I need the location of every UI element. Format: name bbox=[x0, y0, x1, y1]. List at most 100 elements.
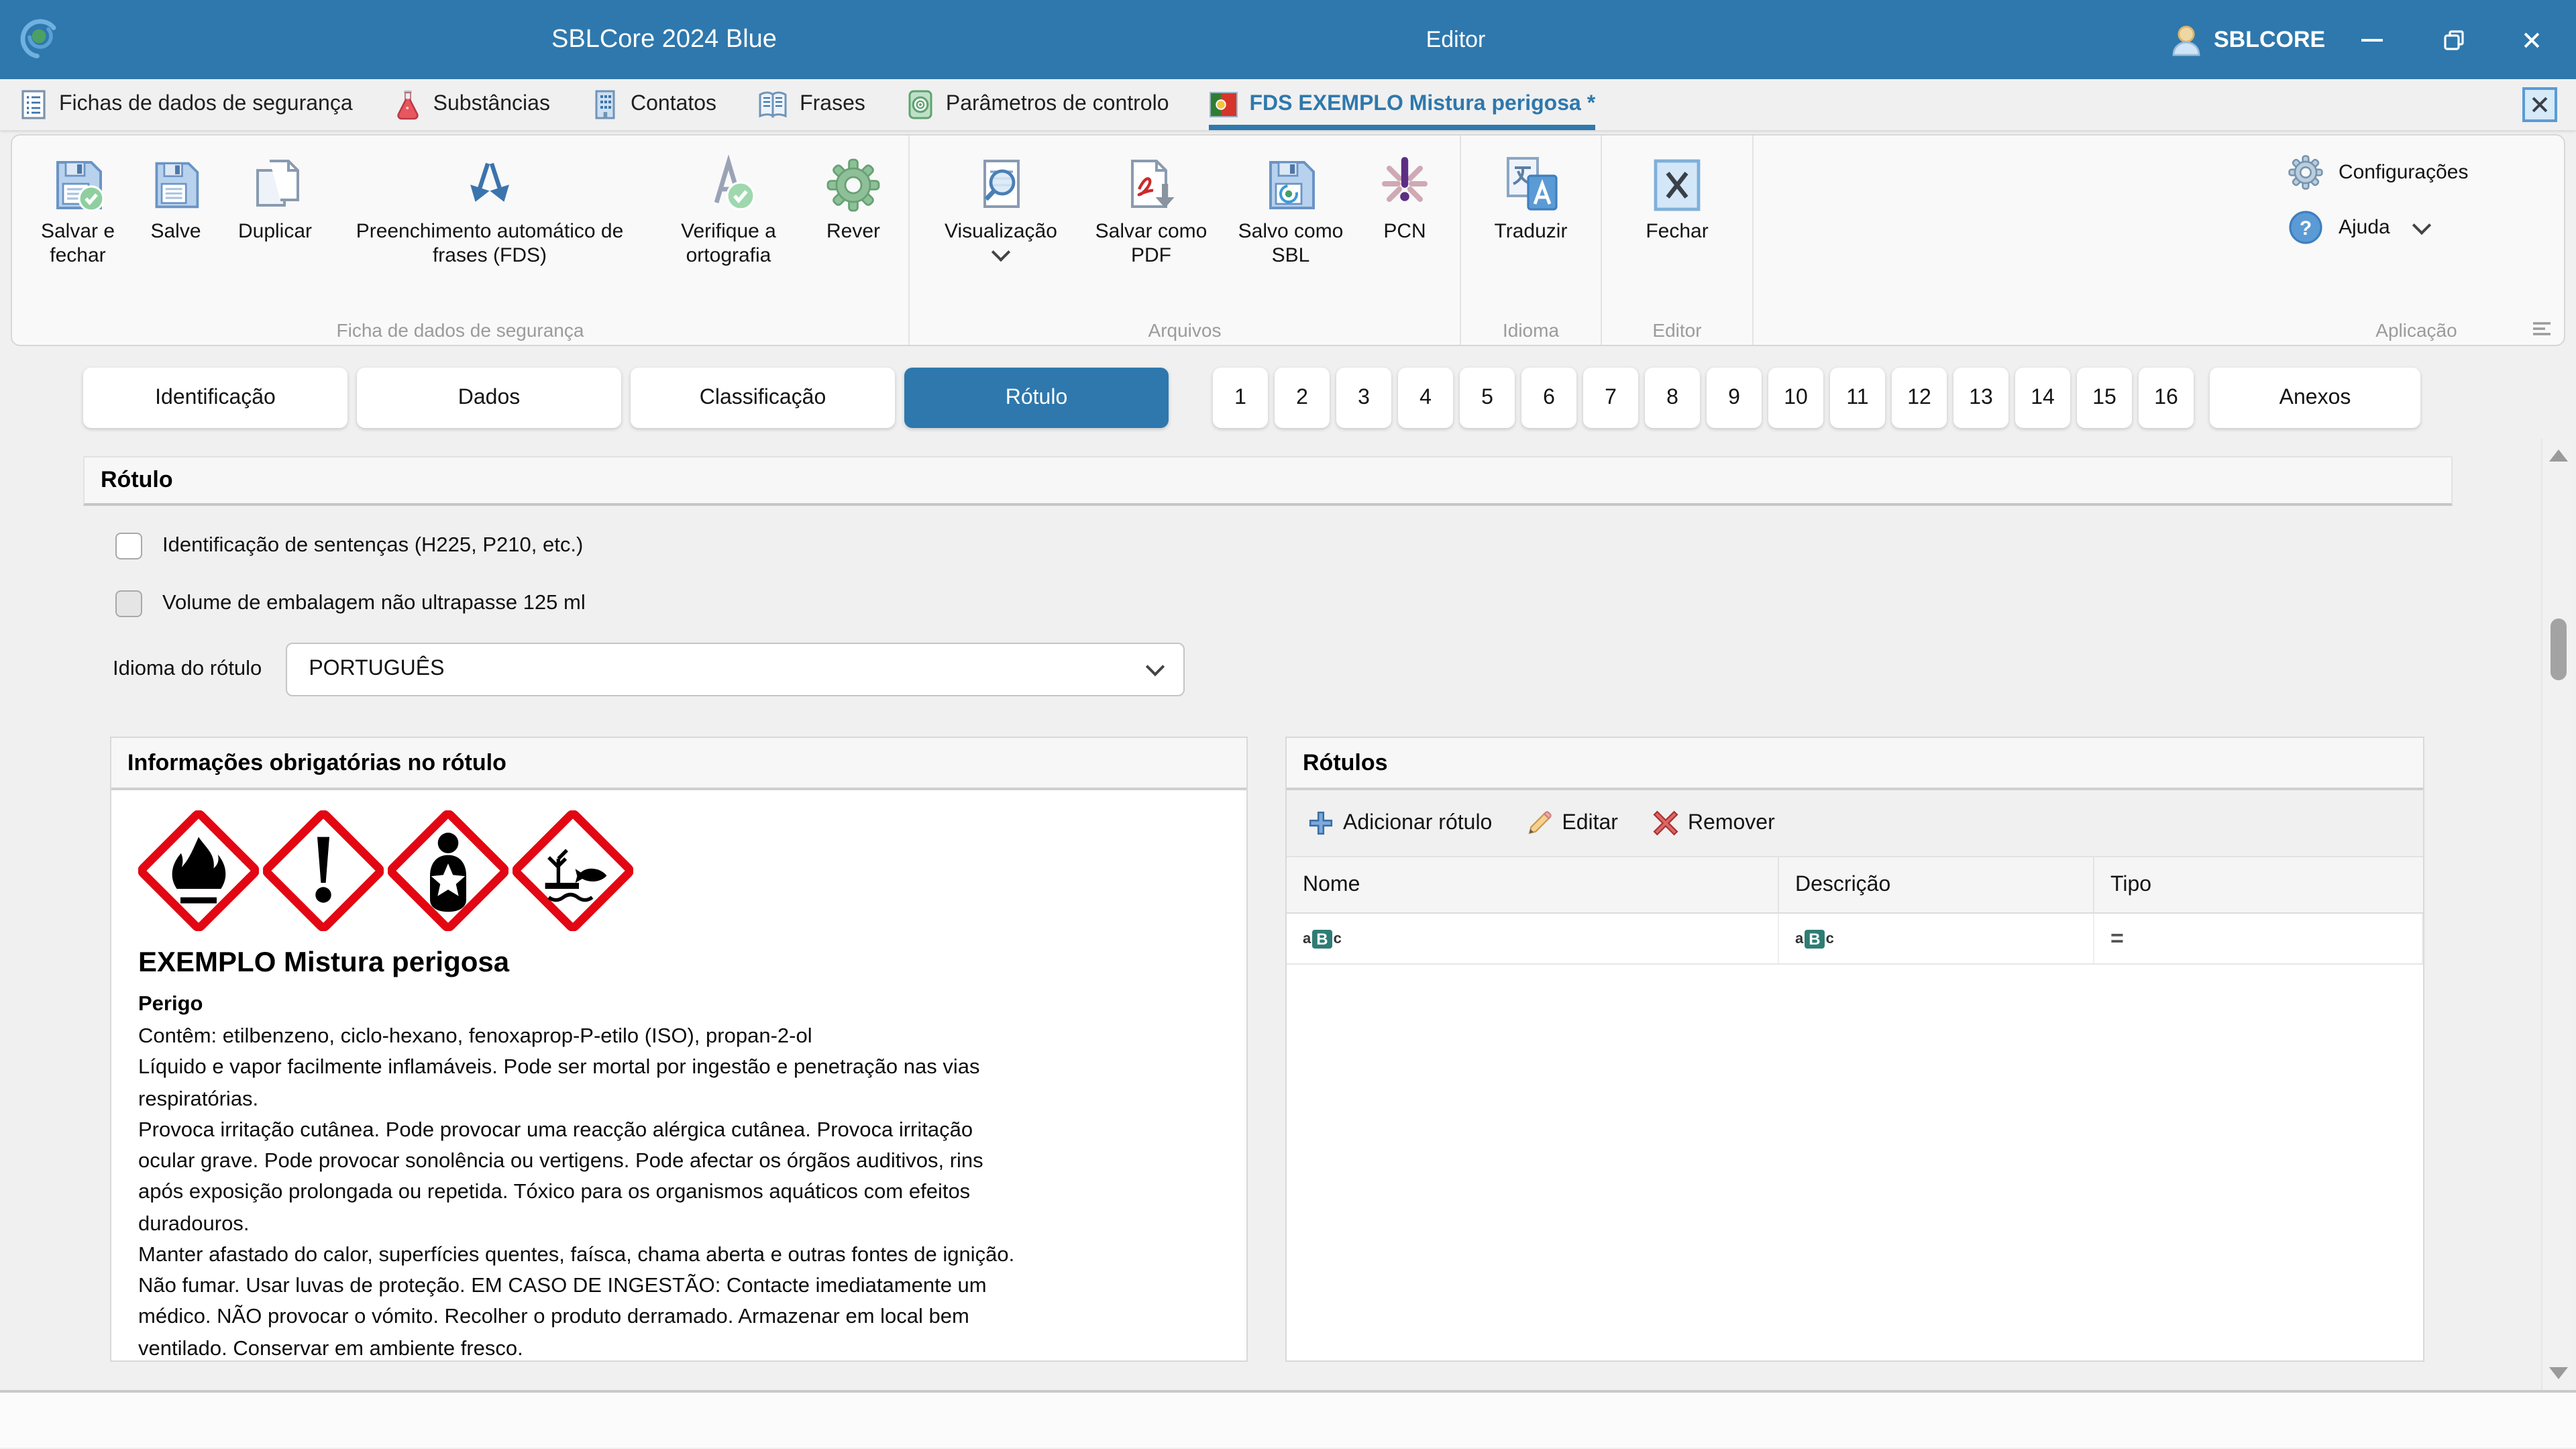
labels-toolbar: Adicionar rótulo Editar Remover bbox=[1287, 790, 2423, 857]
building-icon bbox=[595, 90, 615, 119]
tab-3[interactable]: 3 bbox=[1336, 368, 1391, 428]
app-title: SBLCore 2024 Blue bbox=[551, 25, 777, 53]
tab-dados[interactable]: Dados bbox=[357, 368, 621, 428]
target-icon bbox=[908, 90, 932, 119]
tab-16[interactable]: 16 bbox=[2139, 368, 2194, 428]
floppy-icon bbox=[149, 149, 203, 213]
visualizacao-button[interactable]: Visualização bbox=[920, 146, 1081, 262]
group-options-icon[interactable] bbox=[2532, 321, 2552, 337]
product-name: EXEMPLO Mistura perigosa bbox=[138, 947, 510, 978]
column-header-nome[interactable]: Nome bbox=[1287, 857, 1779, 912]
red-x-icon bbox=[1653, 810, 1678, 836]
app-logo-icon bbox=[20, 19, 60, 59]
tab-2[interactable]: 2 bbox=[1275, 368, 1330, 428]
ghs-pictograms bbox=[138, 810, 1220, 931]
help-icon: ? bbox=[2289, 211, 2322, 244]
tab-6[interactable]: 6 bbox=[1521, 368, 1576, 428]
label-info-panel: Informações obrigatórias no rótulo EXEMP… bbox=[110, 737, 1248, 1362]
label-info-title: Informações obrigatórias no rótulo bbox=[111, 738, 1246, 790]
salvar-e-fechar-button[interactable]: Salvar e fechar bbox=[23, 146, 133, 272]
tab-identificacao[interactable]: Identificação bbox=[83, 368, 347, 428]
preenchimento-automatico-button[interactable]: Preenchimento automático de frases (FDS) bbox=[331, 146, 648, 272]
editar-button[interactable]: Editar bbox=[1527, 810, 1618, 836]
pencil-icon bbox=[1528, 811, 1552, 835]
scroll-up-icon[interactable] bbox=[2549, 449, 2568, 462]
tab-rotulo-active[interactable]: Rótulo bbox=[904, 368, 1169, 428]
tab-5[interactable]: 5 bbox=[1460, 368, 1515, 428]
configuracoes-button[interactable]: Configurações bbox=[2288, 154, 2468, 191]
tab-fichas-de-dados[interactable]: Fichas de dados de segurança bbox=[19, 79, 353, 130]
ribbon-group-fds: Salvar e fechar Salve Duplicar Preenchim… bbox=[12, 136, 910, 345]
main-content: Rótulo Identificação de sentenças (H225,… bbox=[0, 439, 2576, 1390]
selected-language: PORTUGUÊS bbox=[309, 657, 445, 680]
language-label: Idioma do rótulo bbox=[113, 657, 262, 680]
volume-embalagem-checkbox[interactable] bbox=[115, 590, 142, 617]
tab-label: Frases bbox=[800, 93, 865, 115]
salve-button[interactable]: Salve bbox=[133, 146, 219, 248]
tab-label: Parâmetros de controlo bbox=[945, 93, 1169, 115]
filter-descricao[interactable]: aBc bbox=[1779, 914, 2094, 963]
adicionar-rotulo-button[interactable]: Adicionar rótulo bbox=[1308, 810, 1492, 836]
chevron-down-icon bbox=[2412, 215, 2432, 235]
close-document-tab-button[interactable] bbox=[2522, 87, 2557, 122]
sds-list-icon bbox=[21, 90, 46, 119]
user-account[interactable]: SBLCORE bbox=[2171, 0, 2325, 79]
ribbon-group-arquivos: Visualização Salvar como PDF Salvo como … bbox=[910, 136, 1461, 345]
numbered-tabs: 1 2 3 4 5 6 7 8 9 10 11 12 13 14 15 16 bbox=[1213, 368, 2194, 428]
tab-contatos[interactable]: Contatos bbox=[590, 79, 716, 130]
tab-12[interactable]: 12 bbox=[1892, 368, 1947, 428]
floppy-sbl-icon bbox=[1263, 149, 1319, 213]
tab-frases[interactable]: Frases bbox=[757, 79, 865, 130]
column-header-tipo[interactable]: Tipo bbox=[2094, 857, 2423, 912]
remover-button[interactable]: Remover bbox=[1653, 810, 1775, 836]
chevron-down-icon bbox=[1146, 657, 1165, 677]
tab-7[interactable]: 7 bbox=[1583, 368, 1638, 428]
minimize-button[interactable] bbox=[2341, 0, 2403, 79]
tab-4[interactable]: 4 bbox=[1398, 368, 1453, 428]
tab-substancias[interactable]: Substâncias bbox=[393, 79, 550, 130]
tab-9[interactable]: 9 bbox=[1707, 368, 1762, 428]
tab-1[interactable]: 1 bbox=[1213, 368, 1268, 428]
verifique-ortografia-button[interactable]: Verifique a ortografia bbox=[648, 146, 809, 272]
traduzir-button[interactable]: Traduzir bbox=[1472, 146, 1590, 248]
close-window-button[interactable] bbox=[2501, 0, 2563, 79]
tab-classificacao[interactable]: Classificação bbox=[631, 368, 895, 428]
filter-nome[interactable]: aBc bbox=[1287, 914, 1779, 963]
section-title: Rótulo bbox=[83, 456, 2453, 506]
restore-button[interactable] bbox=[2423, 0, 2485, 79]
tab-11[interactable]: 11 bbox=[1830, 368, 1885, 428]
user-name: SBLCORE bbox=[2214, 26, 2326, 52]
identificacao-sentencas-checkbox[interactable] bbox=[115, 533, 142, 559]
restore-icon bbox=[2444, 30, 2464, 50]
rever-button[interactable]: Rever bbox=[809, 146, 898, 248]
close-icon bbox=[2530, 95, 2549, 114]
translate-icon bbox=[1501, 149, 1560, 213]
scroll-down-icon[interactable] bbox=[2549, 1367, 2568, 1379]
salvo-como-sbl-button[interactable]: Salvo como SBL bbox=[1221, 146, 1360, 272]
checkbox-row-identificacao-sentencas: Identificação de sentenças (H225, P210, … bbox=[115, 533, 583, 559]
tab-15[interactable]: 15 bbox=[2077, 368, 2132, 428]
pcn-button[interactable]: PCN bbox=[1360, 146, 1449, 248]
ghs-exclamation-icon bbox=[263, 810, 384, 931]
tab-label: Substâncias bbox=[433, 93, 550, 115]
duplicar-button[interactable]: Duplicar bbox=[219, 146, 331, 248]
tab-fds-exemplo-active[interactable]: FDS EXEMPLO Mistura perigosa * bbox=[1209, 79, 1596, 130]
scrollbar-thumb[interactable] bbox=[2551, 619, 2567, 680]
label-language-select[interactable]: PORTUGUÊS bbox=[286, 643, 1185, 696]
tab-parametros-de-controlo[interactable]: Parâmetros de controlo bbox=[906, 79, 1169, 130]
ajuda-button[interactable]: ? Ajuda bbox=[2288, 209, 2432, 246]
signal-word: Perigo bbox=[138, 993, 203, 1016]
label-line: Líquido e vapor facilmente inflamáveis. … bbox=[138, 1056, 980, 1111]
fechar-editor-button[interactable]: Fechar bbox=[1613, 146, 1741, 248]
tab-10[interactable]: 10 bbox=[1768, 368, 1823, 428]
column-header-descricao[interactable]: Descrição bbox=[1779, 857, 2094, 912]
salvar-como-pdf-button[interactable]: Salvar como PDF bbox=[1081, 146, 1221, 272]
tab-anexos[interactable]: Anexos bbox=[2210, 368, 2420, 428]
equals-filter-icon: = bbox=[2110, 925, 2124, 951]
language-row: Idioma do rótulo PORTUGUÊS bbox=[113, 643, 1185, 696]
vertical-scrollbar[interactable] bbox=[2541, 439, 2573, 1390]
filter-tipo[interactable]: = bbox=[2094, 914, 2423, 963]
tab-14[interactable]: 14 bbox=[2015, 368, 2070, 428]
tab-8[interactable]: 8 bbox=[1645, 368, 1700, 428]
tab-13[interactable]: 13 bbox=[1953, 368, 2008, 428]
